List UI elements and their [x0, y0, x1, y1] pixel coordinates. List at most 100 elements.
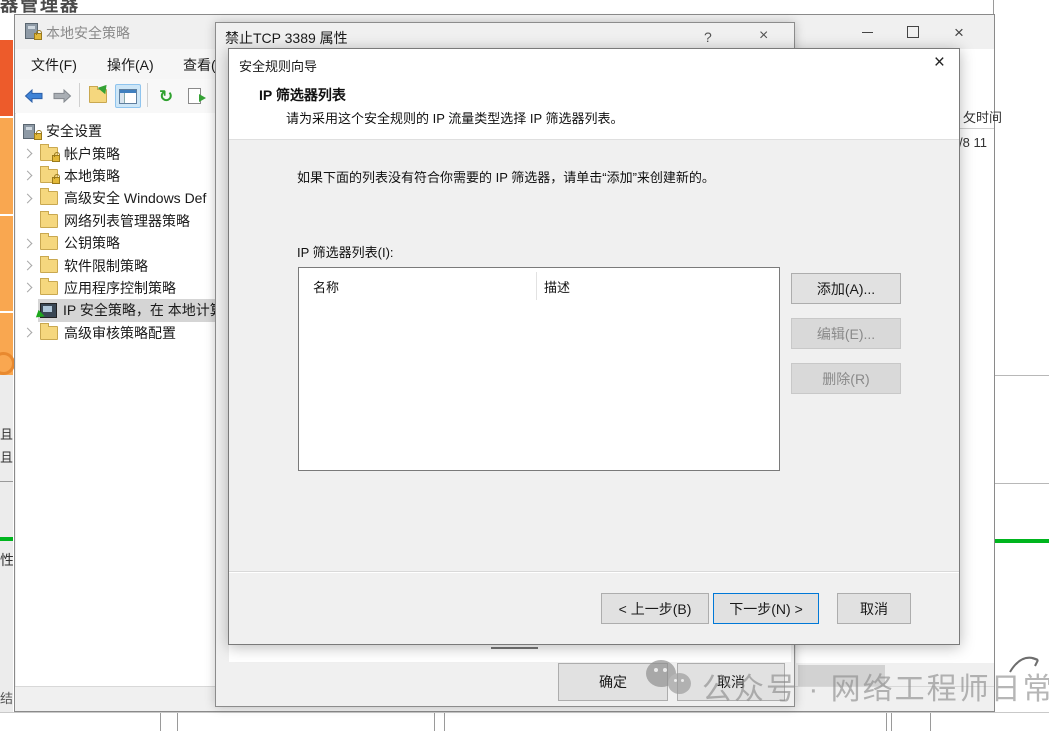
close-button[interactable]: × [936, 19, 982, 45]
back-step-button[interactable]: < 上一步(B) [601, 593, 709, 624]
column-header-description[interactable]: 描述 [544, 277, 570, 296]
orange-strip-segment [0, 40, 13, 116]
green-annotation-line [994, 539, 1049, 543]
chevron-right-icon[interactable] [22, 193, 32, 203]
tree-root-label: 安全设置 [46, 121, 102, 141]
delete-button: 删除(R) [791, 363, 901, 394]
background-bottom-strip [0, 712, 1049, 731]
background-divider [994, 483, 1049, 484]
tree-item-application-control[interactable]: 应用程序控制策略 [16, 277, 215, 299]
wizard-page-subheading: 请为采用这个安全规则的 IP 流量类型选择 IP 筛选器列表。 [286, 108, 624, 127]
cancel-button[interactable]: 取消 [677, 663, 785, 701]
tree-item-label: 公钥策略 [64, 233, 120, 253]
toolbar-separator [147, 83, 148, 107]
help-icon[interactable]: ? [704, 29, 712, 45]
tree-item-label: 高级安全 Windows Def [64, 188, 206, 208]
tree-item-label: 软件限制策略 [64, 256, 148, 276]
console-tree-panel: 安全设置 帐户策略 本地策略 [16, 113, 216, 689]
close-icon[interactable]: × [934, 52, 945, 74]
date-cell-fragment: /8 11 [959, 135, 987, 150]
ok-button[interactable]: 确定 [558, 663, 668, 701]
ip-filter-listbox[interactable]: 名称 描述 [298, 267, 780, 471]
export-list-icon [188, 88, 201, 104]
console-tree-icon [119, 89, 137, 104]
wizard-page-heading: IP 筛选器列表 [259, 85, 346, 105]
security-policy-icon [25, 23, 40, 39]
tree-item-public-key-policies[interactable]: 公钥策略 [16, 232, 215, 254]
tree-item-label: 应用程序控制策略 [64, 278, 176, 298]
folder-lock-icon [40, 147, 58, 161]
folder-lock-icon [40, 169, 58, 183]
show-console-tree-button[interactable] [115, 84, 141, 108]
orange-strip-segment [0, 216, 13, 311]
security-rule-wizard-dialog: 安全规则向导 × IP 筛选器列表 请为采用这个安全规则的 IP 流量类型选择 … [228, 48, 960, 645]
back-button[interactable] [21, 84, 47, 108]
hidden-button-fragment [798, 665, 885, 686]
folder-icon [40, 281, 58, 295]
add-button[interactable]: 添加(A)... [791, 273, 901, 304]
chevron-right-icon[interactable] [22, 171, 32, 181]
background-text-fragment: 性 [0, 550, 13, 570]
column-header-underline [956, 128, 994, 129]
ip-security-policy-icon [40, 303, 57, 318]
chevron-right-icon[interactable] [22, 238, 32, 248]
up-one-level-button[interactable] [85, 84, 111, 108]
tree-item-label: IP 安全策略，在 本地计算机 [63, 300, 216, 320]
chevron-right-icon[interactable] [22, 149, 32, 159]
background-divider [0, 481, 13, 482]
folder-icon [40, 236, 58, 250]
tree-item-local-policies[interactable]: 本地策略 [16, 165, 215, 187]
chevron-right-icon[interactable] [22, 283, 32, 293]
folder-icon [40, 326, 58, 340]
folder-icon [40, 214, 58, 228]
tree-item-advanced-audit-policy[interactable]: 高级审核策略配置 [16, 322, 215, 344]
wizard-cancel-button[interactable]: 取消 [837, 593, 911, 624]
tree-item-software-restriction[interactable]: 软件限制策略 [16, 254, 215, 276]
background-text-fragment: 且: [0, 447, 13, 466]
export-list-button[interactable] [181, 84, 207, 108]
tree-item-label: 网络列表管理器策略 [64, 211, 190, 231]
refresh-icon: ↻ [159, 88, 173, 105]
column-header-name[interactable]: 名称 [313, 277, 339, 296]
menu-file[interactable]: 文件(F) [31, 55, 77, 75]
chevron-right-icon[interactable] [22, 261, 32, 271]
minimize-button[interactable] [844, 19, 890, 45]
background-divider [994, 375, 1049, 376]
green-annotation-line [0, 537, 13, 541]
column-header-fragment: 攵时间 [963, 107, 1002, 126]
toolbar-separator [79, 83, 80, 107]
tree-item-windows-defender-firewall[interactable]: 高级安全 Windows Def [16, 187, 215, 209]
instruction-text: 如果下面的列表没有符合你需要的 IP 筛选器，请单击“添加”来创建新的。 [297, 167, 715, 186]
close-icon[interactable]: × [759, 27, 768, 45]
security-settings-icon [23, 124, 40, 139]
wizard-title: 安全规则向导 [239, 56, 317, 75]
minimize-icon [862, 32, 873, 33]
shadow-fragment [491, 647, 538, 649]
folder-icon [40, 191, 58, 205]
tree-item-label: 本地策略 [64, 166, 120, 186]
screenshot-stage: 器管理器 且 且: 性 结果 本地安全策略 × 文件(F) 操作(A) 查看(V… [0, 0, 1049, 731]
column-divider[interactable] [536, 272, 537, 300]
tree-item-account-policies[interactable]: 帐户策略 [16, 142, 215, 164]
tree-item-ip-security-policies[interactable]: IP 安全策略，在 本地计算机 [16, 299, 215, 321]
refresh-button[interactable]: ↻ [153, 84, 179, 108]
close-icon: × [954, 24, 964, 41]
folder-up-icon [89, 89, 107, 103]
orange-strip-segment [0, 118, 13, 214]
chevron-right-icon[interactable] [22, 328, 32, 338]
background-text-fragment: 且 [0, 424, 13, 443]
tree-item-network-list-manager[interactable]: 网络列表管理器策略 [16, 210, 215, 232]
wizard-header: 安全规则向导 × IP 筛选器列表 请为采用这个安全规则的 IP 流量类型选择 … [229, 49, 959, 140]
folder-icon [40, 259, 58, 273]
tree-root-security-settings[interactable]: 安全设置 [16, 120, 215, 142]
next-step-button[interactable]: 下一步(N) > [713, 593, 819, 624]
window-title: 本地安全策略 [46, 23, 130, 43]
forward-button[interactable] [49, 84, 75, 108]
dialog-title: 禁止TCP 3389 属性 [225, 28, 348, 48]
background-text-fragment: 结果 [0, 688, 13, 707]
filter-list-label: IP 筛选器列表(I): [297, 242, 394, 261]
footer-separator [229, 571, 959, 573]
menu-action[interactable]: 操作(A) [107, 55, 154, 75]
maximize-button[interactable] [890, 19, 936, 45]
back-arrow-icon [24, 89, 44, 103]
